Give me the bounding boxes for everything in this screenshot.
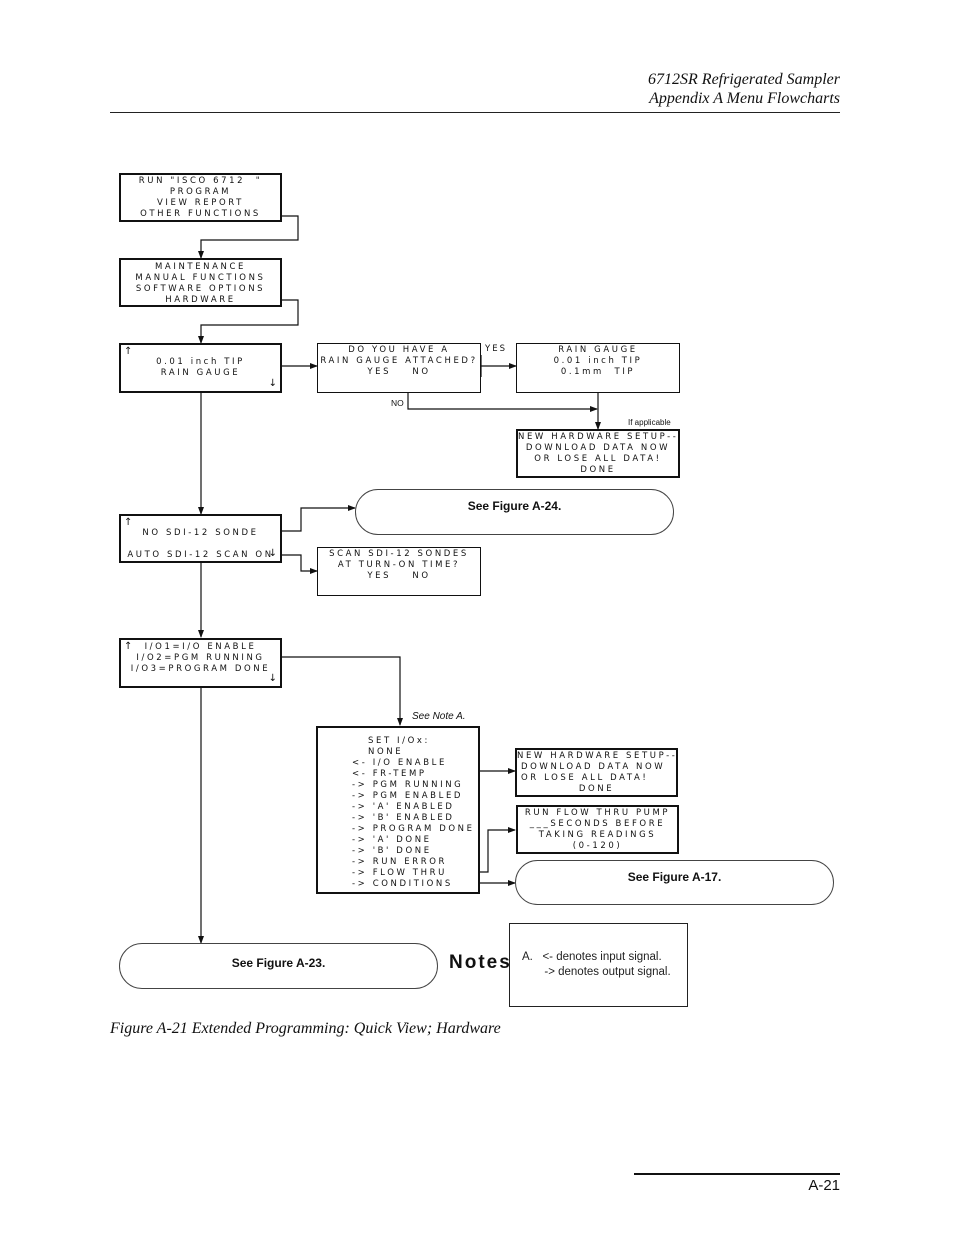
rain-gauge-screen[interactable]: ↑ 0.01 inch TIP RAIN GAUGE ↓ (119, 343, 282, 393)
note-a-line-2: -> denotes output signal. (522, 966, 671, 978)
sdi-12-screen[interactable]: ↑ NO SDI-12 SONDE AUTO SDI-12 SCAN ON ↓ (119, 514, 282, 563)
menu-option[interactable]: -> CONDITIONS (352, 879, 478, 890)
menu-option[interactable]: -> PROGRAM DONE (352, 824, 478, 835)
menu-option[interactable]: -> PGM RUNNING (352, 780, 478, 791)
footer-rule (634, 1173, 840, 1175)
menu-line: OR LOSE ALL DATA! (534, 454, 662, 464)
see-figure-a24-terminator[interactable]: See Figure A-24. (355, 489, 674, 535)
menu-line: AT TURN-ON TIME? (337, 560, 461, 570)
menu-option[interactable]: -> 'B' DONE (352, 846, 478, 857)
scroll-down-icon[interactable]: ↓ (269, 379, 277, 389)
menu-line: I/O3=PROGRAM DONE (130, 664, 271, 674)
menu-line: DO YOU HAVE A (348, 345, 450, 355)
sdi-scan-question-screen[interactable]: SCAN SDI-12 SONDES AT TURN-ON TIME? YES … (317, 547, 481, 596)
menu-line: (0-120) (572, 841, 623, 851)
scroll-up-icon[interactable]: ↑ (124, 642, 132, 652)
menu-line: NONE (368, 747, 404, 757)
menu-line: NO SDI-12 SONDE (142, 528, 259, 538)
menu-option[interactable]: -> PGM ENABLED (352, 791, 478, 802)
menu-line: DONE (578, 784, 615, 794)
figure-caption: Figure A-21 Extended Programming: Quick … (110, 1020, 501, 1037)
menu-line: RUN FLOW THRU PUMP (524, 808, 671, 818)
menu-option[interactable]: -> 'A' ENABLED (352, 802, 478, 813)
menu-option[interactable]: -> RUN ERROR (352, 857, 478, 868)
menu-line: MANUAL FUNCTIONS (135, 273, 266, 283)
menu-line: VIEW REPORT (157, 198, 244, 208)
notes-title: Notes (449, 952, 512, 973)
menu-option[interactable]: -> 'B' ENABLED (352, 813, 478, 824)
menu-line: NEW HARDWARE SETUP-- (517, 751, 678, 761)
menu-option[interactable]: <- FR-TEMP (352, 769, 478, 780)
see-figure-a17-terminator[interactable]: See Figure A-17. (515, 860, 834, 905)
if-applicable-label: If applicable (628, 418, 671, 427)
menu-line: YES NO (367, 571, 431, 581)
menu-option[interactable]: <- I/O ENABLE (352, 758, 478, 769)
menu-line: I/O2=PGM RUNNING (136, 653, 265, 663)
menu-line: SOFTWARE OPTIONS (135, 284, 266, 294)
flow-thru-pump-screen[interactable]: RUN FLOW THRU PUMP ___SECONDS BEFORE TAK… (516, 805, 679, 854)
menu-line: RAIN GAUGE (160, 368, 241, 378)
menu-line: 0.01 inch TIP (156, 357, 245, 367)
scroll-up-icon[interactable]: ↑ (124, 347, 132, 357)
menu-line: RAIN GAUGE ATTACHED? (320, 356, 478, 366)
menu-line: DOWNLOAD DATA NOW (521, 762, 666, 772)
menu-line: RUN "ISCO 6712 " (138, 176, 263, 186)
see-note-a-label: See Note A. (412, 711, 466, 722)
menu-line: TAKING READINGS (538, 830, 657, 840)
menu-line: OTHER FUNCTIONS (140, 209, 261, 219)
scroll-down-icon[interactable]: ↓ (269, 549, 277, 559)
connector-main-to-other (198, 215, 299, 259)
rain-gauge-question-screen[interactable]: DO YOU HAVE A RAIN GAUGE ATTACHED? YES N… (317, 343, 481, 393)
other-functions-screen[interactable]: MAINTENANCE MANUAL FUNCTIONS SOFTWARE OP… (119, 258, 282, 307)
menu-option[interactable]: -> FLOW THRU (352, 868, 478, 879)
connector-io-to-setio (281, 656, 403, 726)
connector-sdi-to-a24 (281, 505, 356, 532)
menu-line: DONE (580, 465, 616, 475)
rain-gauge-type-screen[interactable]: RAIN GAUGE 0.01 inch TIP 0.1mm TIP (516, 343, 680, 393)
see-figure-a23-terminator[interactable]: See Figure A-23. (119, 943, 438, 989)
note-a-line-1: A. <- denotes input signal. (522, 951, 662, 963)
menu-line: DOWNLOAD DATA NOW (525, 443, 671, 453)
connector-no (407, 392, 598, 412)
menu-line: NEW HARDWARE SETUP-- (518, 432, 679, 442)
main-menu-screen[interactable]: RUN "ISCO 6712 " PROGRAM VIEW REPORT OTH… (119, 173, 282, 222)
set-io-screen[interactable]: SET I/Ox: NONE <- I/O ENABLE <- FR-TEMP … (316, 726, 480, 894)
notes-box: A. <- denotes input signal. -> denotes o… (509, 923, 688, 1007)
menu-line: MAINTENANCE (154, 262, 246, 272)
new-hardware-setup-screen-2[interactable]: NEW HARDWARE SETUP-- DOWNLOAD DATA NOW O… (515, 748, 678, 797)
menu-line: PROGRAM (169, 187, 232, 197)
menu-line: ___SECONDS BEFORE (529, 819, 666, 829)
menu-line: SCAN SDI-12 SONDES (329, 549, 469, 559)
menu-option[interactable]: -> 'A' DONE (352, 835, 478, 846)
no-label: NO (391, 398, 404, 408)
io-screen[interactable]: ↑ I/O1=I/O ENABLE I/O2=PGM RUNNING I/O3=… (119, 638, 282, 688)
menu-line: SET I/Ox: (368, 736, 431, 746)
menu-line: HARDWARE (165, 295, 236, 305)
menu-line: YES NO (367, 367, 431, 377)
menu-line: 0.01 inch TIP (553, 356, 643, 366)
menu-line: 0.1mm TIP (560, 367, 636, 377)
new-hardware-setup-screen[interactable]: NEW HARDWARE SETUP-- DOWNLOAD DATA NOW O… (516, 429, 680, 478)
menu-line: OR LOSE ALL DATA! (521, 773, 649, 783)
page-number: A-21 (808, 1177, 840, 1194)
menu-line: I/O1=I/O ENABLE (144, 642, 257, 652)
menu-line: AUTO SDI-12 SCAN ON (127, 550, 274, 560)
connector-setio-to-pump (479, 827, 516, 873)
yes-label: YES (485, 344, 507, 354)
scroll-up-icon[interactable]: ↑ (124, 518, 132, 528)
scroll-down-icon[interactable]: ↓ (269, 674, 277, 684)
menu-line: RAIN GAUGE (558, 345, 638, 355)
connector-sdi-to-scan (281, 554, 318, 574)
